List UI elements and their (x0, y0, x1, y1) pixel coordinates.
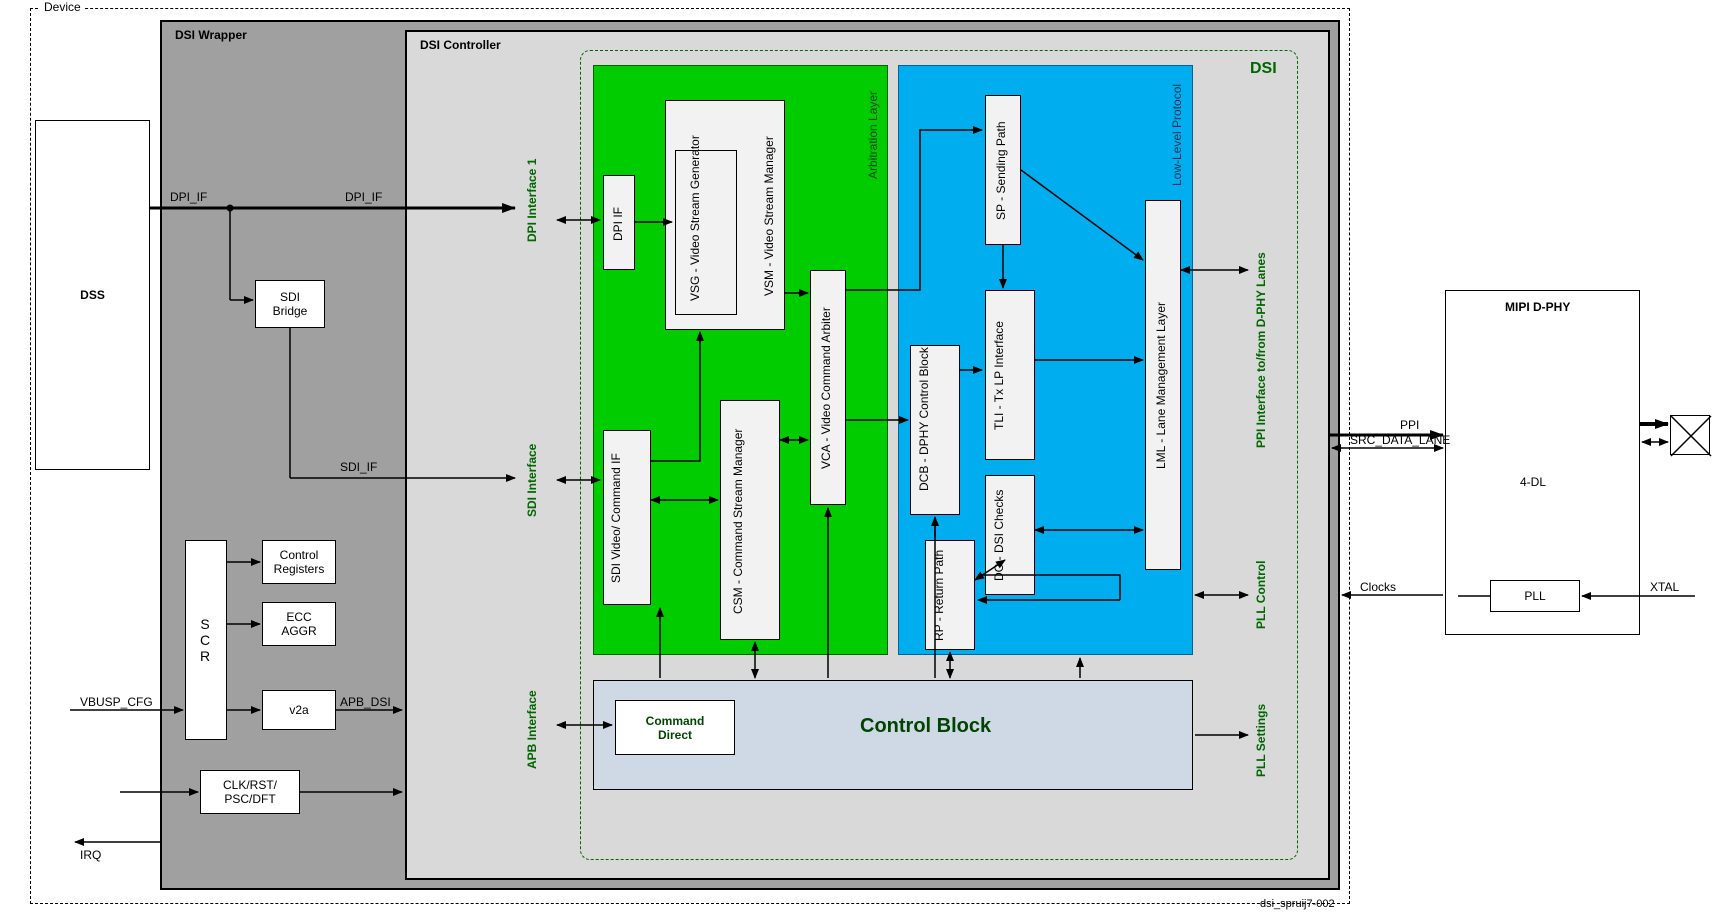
connectors-svg (0, 0, 1720, 917)
diagram-canvas: Device DSI Wrapper DSI Controller DSI Ar… (0, 0, 1720, 917)
figure-id: dsi_spruij7-002 (1260, 898, 1335, 910)
